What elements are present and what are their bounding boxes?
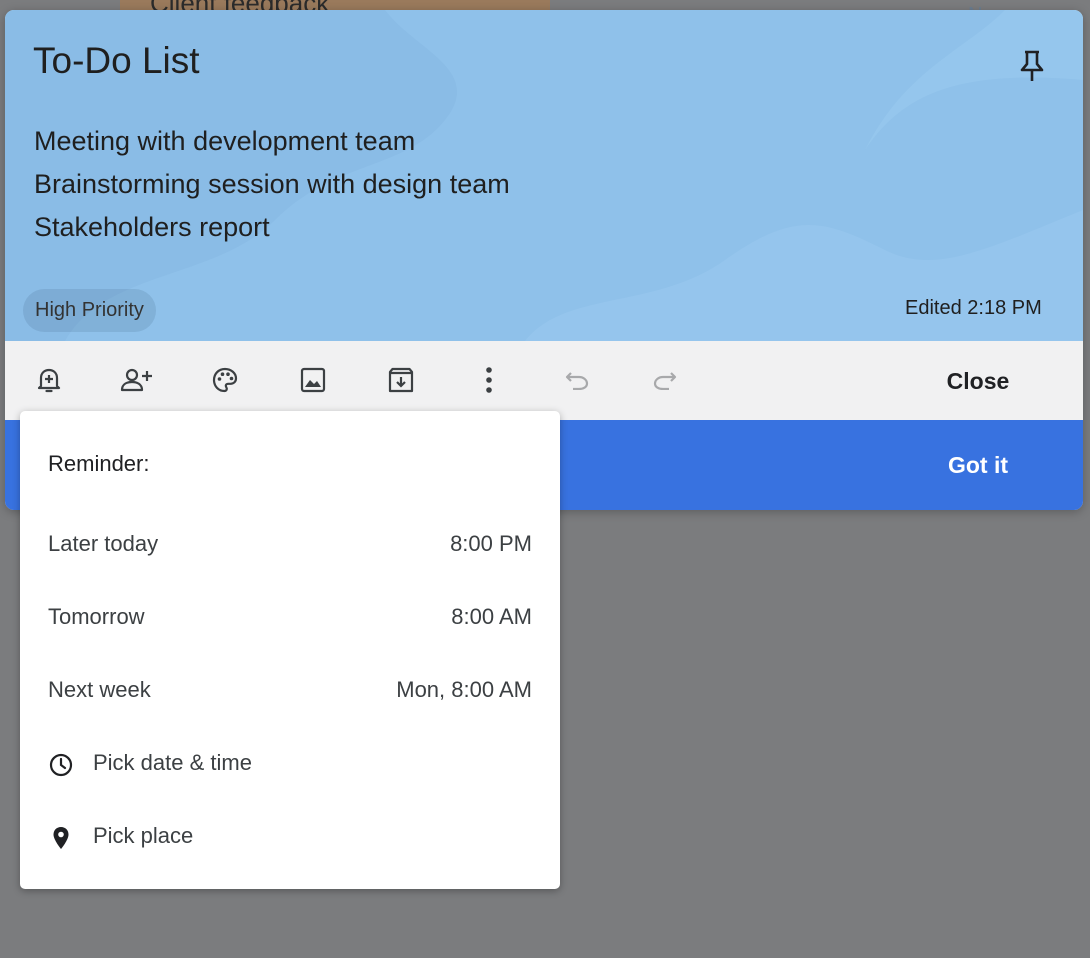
location-pin-icon	[53, 827, 69, 849]
pick-date-time-option[interactable]: Pick date & time	[20, 728, 560, 801]
pick-place-option[interactable]: Pick place	[20, 801, 560, 874]
reminder-option-later-today[interactable]: Later today 8:00 PM	[20, 509, 560, 582]
note-line: Brainstorming session with design team	[34, 169, 510, 199]
add-image-button[interactable]	[291, 358, 335, 402]
collaborator-button[interactable]	[115, 358, 159, 402]
note-line: Meeting with development team	[34, 126, 416, 156]
remind-me-button[interactable]	[27, 358, 71, 402]
collaborator-icon	[120, 368, 152, 392]
note-body: To-Do List Meeting with development team…	[5, 10, 1083, 341]
reminder-menu-header: Reminder:	[48, 451, 150, 476]
reminder-option-time: 8:00 AM	[451, 604, 532, 629]
reminder-option-time: 8:00 PM	[450, 531, 532, 556]
reminder-option-next-week[interactable]: Next week Mon, 8:00 AM	[20, 655, 560, 728]
image-icon	[300, 367, 326, 393]
reminder-option-time: Mon, 8:00 AM	[396, 677, 532, 702]
note-title[interactable]: To-Do List	[33, 40, 200, 82]
reminder-option-tomorrow[interactable]: Tomorrow 8:00 AM	[20, 582, 560, 655]
undo-button[interactable]	[555, 358, 599, 402]
reminder-option-label: Later today	[48, 531, 159, 556]
pin-icon	[1020, 50, 1044, 81]
reminder-option-label: Next week	[48, 677, 151, 702]
archive-button[interactable]	[379, 358, 423, 402]
pick-place-label: Pick place	[93, 823, 194, 848]
redo-icon	[653, 372, 677, 390]
note-line: Stakeholders report	[34, 212, 270, 242]
edited-timestamp: Edited 2:18 PM	[905, 297, 1042, 319]
close-button[interactable]: Close	[927, 361, 1029, 401]
clock-icon	[49, 753, 73, 777]
got-it-button[interactable]: Got it	[927, 445, 1029, 485]
background-options-button[interactable]	[203, 358, 247, 402]
palette-icon	[212, 367, 238, 393]
label-chip-high-priority[interactable]: High Priority	[23, 289, 156, 332]
redo-button[interactable]	[643, 358, 687, 402]
remind-me-icon	[37, 368, 61, 393]
reminder-menu: Reminder: Later today 8:00 PM Tomorrow 8…	[20, 411, 560, 889]
archive-icon	[388, 367, 414, 393]
more-icon	[486, 367, 492, 393]
note-content[interactable]: Meeting with development team Brainstorm…	[34, 120, 510, 249]
pin-button[interactable]	[1010, 44, 1054, 88]
reminder-option-label: Tomorrow	[48, 604, 145, 629]
more-button[interactable]	[467, 358, 511, 402]
pick-date-time-label: Pick date & time	[93, 750, 252, 775]
note-toolbar: Close	[5, 341, 1083, 420]
undo-icon	[565, 372, 589, 390]
